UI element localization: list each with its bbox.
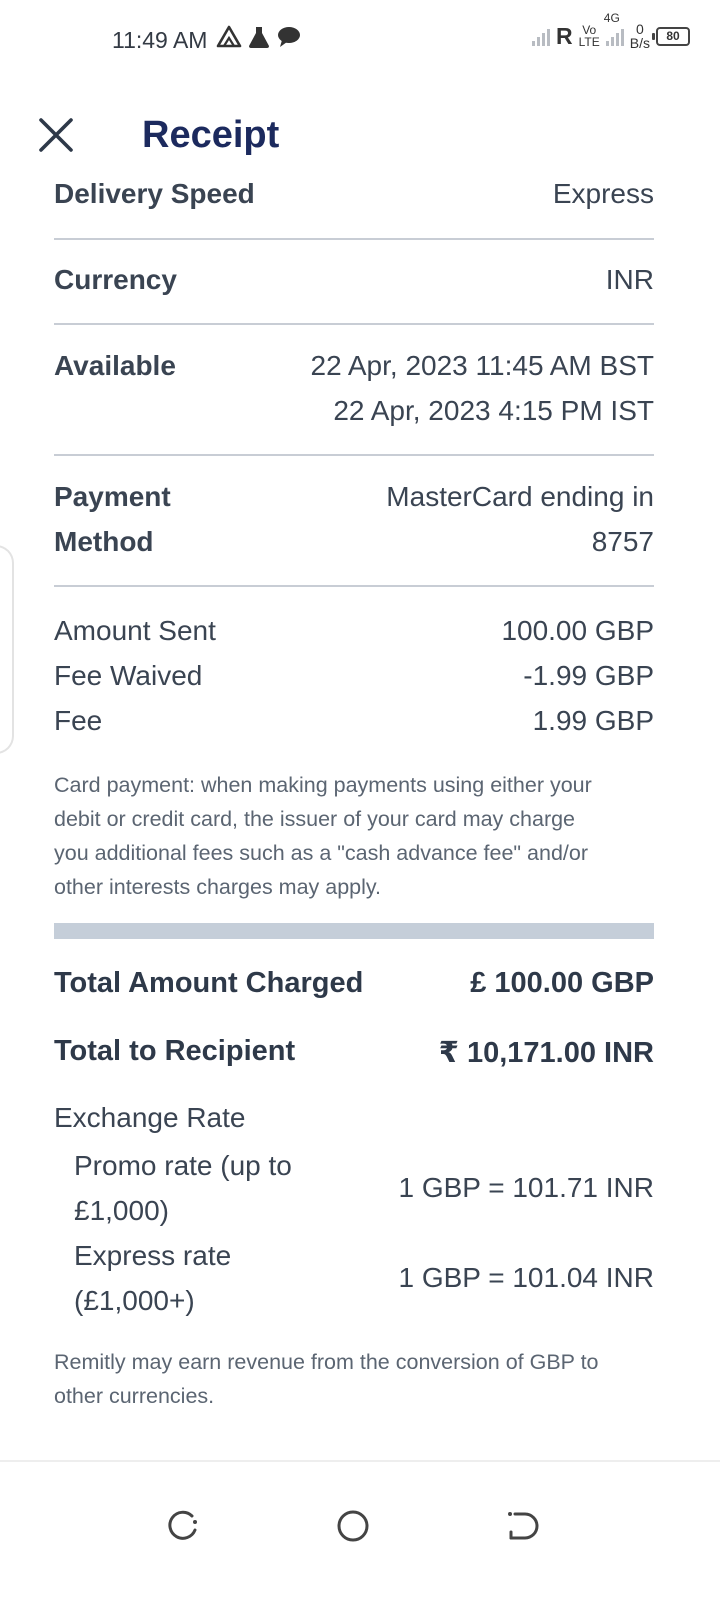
app-header: Receipt (0, 100, 720, 180)
signal-strength-2-icon (605, 26, 624, 46)
express-rate-label: Express rate (£1,000+) (74, 1240, 232, 1316)
home-icon[interactable] (333, 1506, 373, 1546)
card-payment-note: Card payment: when making payments using… (54, 773, 592, 899)
fee-label: Fee (54, 705, 103, 736)
volte-indicator: Vo LTE (578, 23, 600, 49)
currency-row: Currency INR (54, 264, 654, 304)
divider (54, 454, 654, 456)
exchange-rate-title: Exchange Rate (54, 1102, 246, 1133)
chat-bubble-icon (278, 27, 300, 47)
notification-icons (216, 24, 302, 50)
total-recipient-label: Total to Recipient (54, 1035, 296, 1067)
back-icon[interactable] (503, 1506, 543, 1546)
currency-value: INR (605, 264, 654, 295)
total-recipient-value: ₹ 10,171.00 INR (438, 1037, 654, 1069)
fee-value: 1.99 GBP (532, 705, 654, 736)
warning-triangle-icon (216, 25, 242, 48)
total-charged-label: Total Amount Charged (54, 967, 364, 999)
edge-panel-handle[interactable] (0, 545, 14, 754)
promo-rate-row: Promo rate (up to £1,000) 1 GBP = 101.71… (74, 1143, 654, 1233)
status-bar: 11:49 AM R Vo LTE 4G 0 B/s 80 (0, 0, 720, 80)
delivery-speed-value: Express (552, 178, 654, 209)
currency-label: Currency (54, 264, 177, 295)
express-rate-row: Express rate (£1,000+) 1 GBP = 101.04 IN… (74, 1233, 654, 1323)
roaming-indicator: R (556, 22, 573, 49)
delivery-speed-row: Delivery Speed Express (54, 178, 654, 218)
close-icon[interactable] (34, 113, 78, 157)
data-speed: 0 B/s (629, 21, 650, 51)
amount-sent-value: 100.00 GBP (501, 615, 654, 646)
divider (54, 238, 654, 240)
flask-icon (249, 27, 269, 48)
system-status: R Vo LTE 4G 0 B/s 80 (532, 12, 690, 51)
available-row: Available 22 Apr, 2023 11:45 AM BST 22 A… (54, 349, 654, 439)
section-separator (54, 923, 654, 939)
signal-strength-icon (532, 26, 551, 46)
recent-apps-icon[interactable] (162, 1506, 202, 1546)
total-charged-value: £ 100.00 GBP (470, 967, 654, 999)
promo-rate-value: 1 GBP = 101.71 INR (398, 1172, 654, 1203)
network-4g-indicator: 4G (604, 12, 624, 46)
status-time: 11:49 AM (112, 27, 208, 53)
page-title: Receipt (142, 114, 280, 156)
battery-icon: 80 (652, 26, 690, 46)
divider (54, 585, 654, 587)
payment-method-row: Payment Method MasterCard ending in 8757 (54, 480, 654, 570)
system-nav-bar (0, 1460, 720, 1602)
available-label: Available (54, 350, 176, 381)
revenue-note: Remitly may earn revenue from the conver… (54, 1350, 599, 1408)
fee-waived-value: -1.99 GBP (523, 660, 654, 691)
amount-sent-label: Amount Sent (54, 615, 216, 646)
available-value: 22 Apr, 2023 11:45 AM BST 22 Apr, 2023 4… (310, 350, 655, 426)
express-rate-value: 1 GBP = 101.04 INR (398, 1262, 654, 1293)
fee-waived-label: Fee Waived (54, 660, 203, 691)
delivery-speed-label: Delivery Speed (54, 178, 255, 209)
divider (54, 323, 654, 325)
payment-method-label: Payment Method (54, 481, 171, 557)
payment-method-value: MasterCard ending in 8757 (386, 481, 654, 557)
promo-rate-label: Promo rate (up to £1,000) (74, 1150, 292, 1226)
